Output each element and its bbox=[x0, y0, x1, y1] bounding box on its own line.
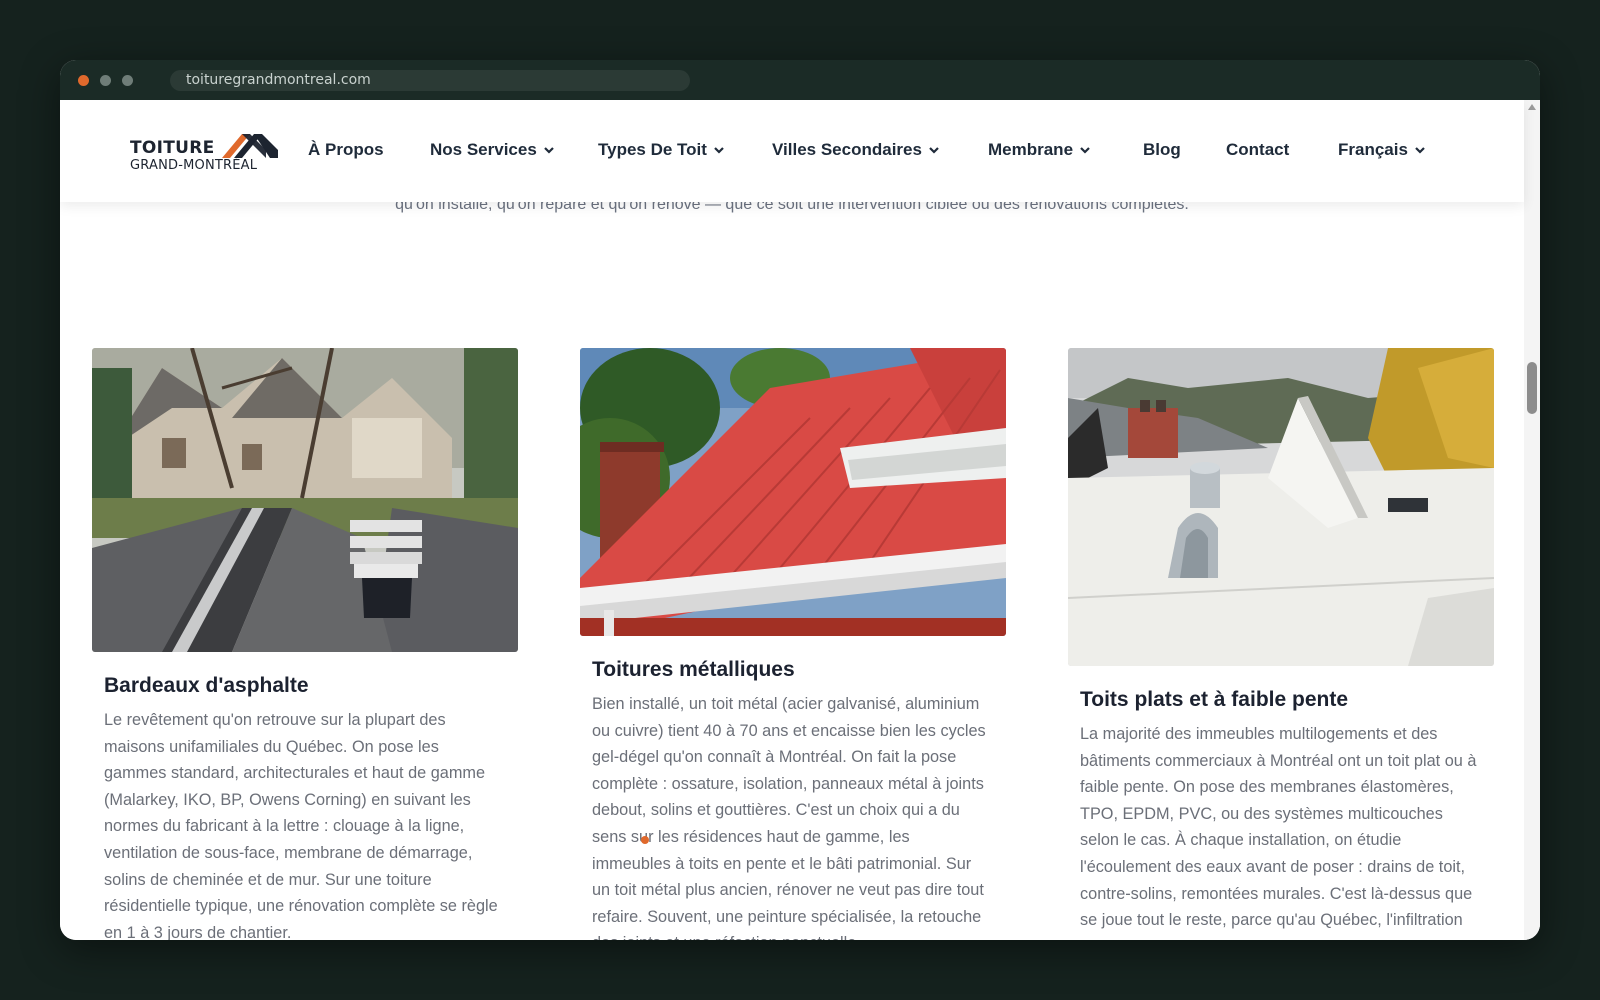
browser-window: toituregrandmontreal.com TOITURE GRAND-M… bbox=[60, 60, 1540, 940]
page-viewport: TOITURE GRAND-MONTRÉAL À Propos Nos Serv… bbox=[60, 100, 1540, 940]
card-body: Le revêtement qu'on retrouve sur la plup… bbox=[104, 711, 498, 940]
nav-item-membrane[interactable]: Membrane bbox=[988, 140, 1091, 160]
scroll-up-arrow-icon[interactable] bbox=[1528, 104, 1536, 110]
page-scrollbar[interactable] bbox=[1524, 100, 1540, 940]
nav-label: Blog bbox=[1143, 140, 1181, 159]
nav-item-villes-secondaires[interactable]: Villes Secondaires bbox=[772, 140, 940, 160]
minimize-window-dot[interactable] bbox=[100, 75, 111, 86]
metal-roof-photo bbox=[580, 348, 1006, 636]
nav-label: Villes Secondaires bbox=[772, 140, 922, 159]
logo-line-1: TOITURE bbox=[130, 138, 215, 158]
scrollbar-thumb[interactable] bbox=[1527, 362, 1537, 414]
nav-item-types-de-toit[interactable]: Types De Toit bbox=[598, 140, 725, 160]
nav-label: Membrane bbox=[988, 140, 1074, 159]
asphalt-roof-photo bbox=[92, 348, 518, 652]
maximize-window-dot[interactable] bbox=[122, 75, 133, 86]
card-title: Toits plats et à faible pente bbox=[1080, 688, 1348, 711]
chevron-down-icon bbox=[1080, 147, 1090, 154]
close-window-dot[interactable] bbox=[78, 75, 89, 86]
nav-label: À Propos bbox=[308, 140, 384, 159]
flat-roof-photo bbox=[1068, 348, 1494, 666]
site-logo[interactable]: TOITURE GRAND-MONTRÉAL bbox=[130, 128, 280, 176]
site-header: TOITURE GRAND-MONTRÉAL À Propos Nos Serv… bbox=[60, 100, 1524, 202]
nav-item-a-propos[interactable]: À Propos bbox=[308, 140, 384, 160]
chevron-down-icon bbox=[1415, 147, 1425, 154]
card-title: Toitures métalliques bbox=[592, 658, 795, 681]
nav-label: Français bbox=[1338, 140, 1408, 159]
card-title: Bardeaux d'asphalte bbox=[104, 674, 309, 697]
nav-item-contact[interactable]: Contact bbox=[1226, 140, 1289, 160]
browser-titlebar: toituregrandmontreal.com bbox=[60, 60, 1540, 100]
chevron-down-icon bbox=[714, 147, 724, 154]
card-body: La majorité des immeubles multilogements… bbox=[1080, 725, 1477, 940]
chevron-down-icon bbox=[544, 147, 554, 154]
nav-label: Types De Toit bbox=[598, 140, 707, 159]
nav-item-blog[interactable]: Blog bbox=[1143, 140, 1181, 160]
roof-logo-icon bbox=[222, 134, 278, 158]
nav-label: Nos Services bbox=[430, 140, 537, 159]
nav-label: Contact bbox=[1226, 140, 1290, 159]
logo-line-2: GRAND-MONTRÉAL bbox=[130, 158, 258, 173]
nav-item-language[interactable]: Français bbox=[1338, 140, 1426, 160]
card-body: Bien installé, un toit métal (acier galv… bbox=[592, 695, 986, 940]
chevron-down-icon bbox=[929, 147, 939, 154]
cursor-indicator bbox=[641, 836, 649, 844]
nav-item-nos-services[interactable]: Nos Services bbox=[430, 140, 555, 160]
address-bar[interactable]: toituregrandmontreal.com bbox=[170, 70, 690, 91]
